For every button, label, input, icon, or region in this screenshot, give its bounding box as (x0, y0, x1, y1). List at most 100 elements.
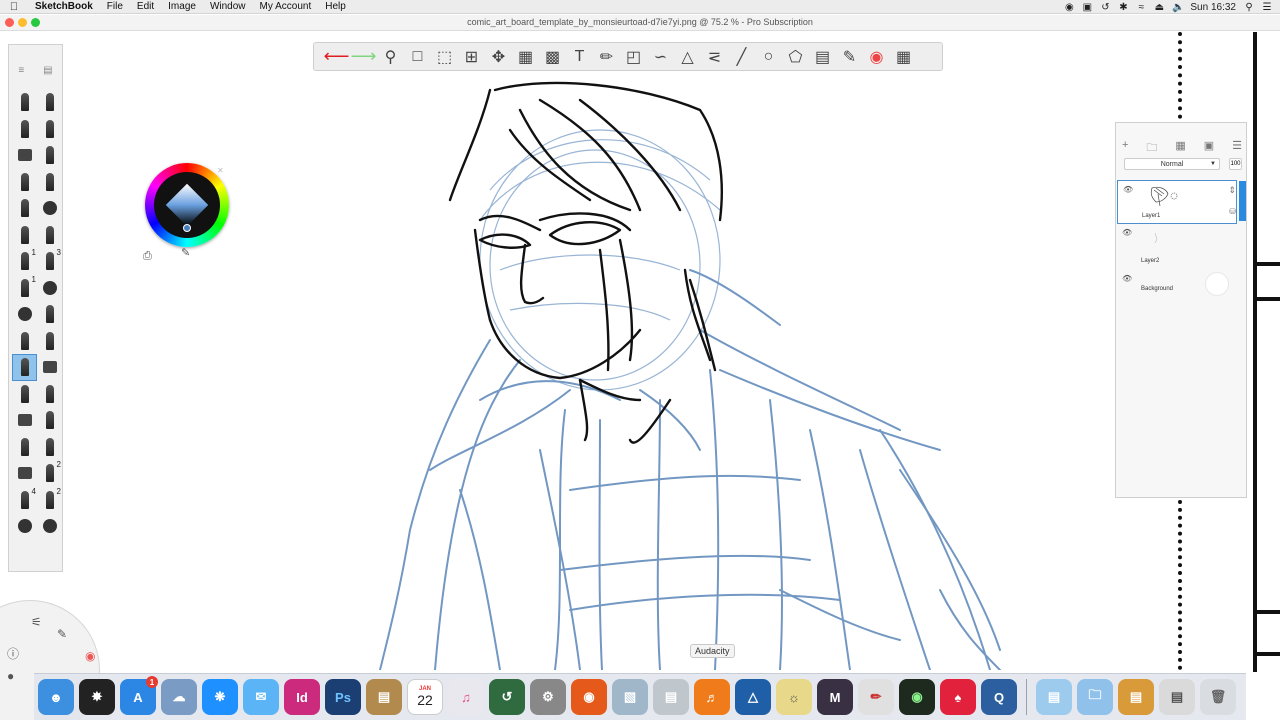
calendar-icon[interactable]: JAN 22 (407, 679, 443, 715)
system-preferences-icon[interactable]: ⚙ (530, 679, 566, 715)
mari-icon[interactable]: M (817, 679, 853, 715)
close-icon[interactable]: ✕ (217, 166, 224, 175)
after-effects-icon[interactable]: ☼ (776, 679, 812, 715)
color-puck[interactable] (145, 163, 229, 247)
downloads-stack-icon[interactable]: ▤ (1159, 679, 1195, 715)
current-color-dot[interactable] (183, 224, 191, 232)
texture-brush[interactable]: 2 (37, 487, 62, 514)
fill-icon[interactable]: ▩ (540, 44, 565, 69)
firefox-icon[interactable]: ◉ (571, 679, 607, 715)
eject-icon[interactable]: ⏏ (1154, 2, 1164, 13)
symmetry-icon[interactable]: ⋜ (702, 44, 727, 69)
flat-brush[interactable]: 3 (37, 248, 62, 275)
hard-pencil-brush[interactable] (37, 328, 62, 355)
layer-save-icon[interactable]: ▣ (1204, 139, 1214, 158)
marker-brush[interactable] (12, 142, 37, 169)
brush-library-icon[interactable]: ✎ (837, 44, 862, 69)
sketchbook-icon[interactable]: ✏ (858, 679, 894, 715)
blend-mode-dropdown[interactable]: Normal ▼ (1124, 158, 1220, 170)
stamp-brush[interactable] (37, 513, 62, 540)
layer-lock-icon[interactable]: ⛁ (1229, 207, 1236, 216)
visibility-eye-icon[interactable]: 👁 (1123, 185, 1133, 194)
pen-icon[interactable]: ✎ (57, 627, 67, 641)
photoshop-icon[interactable]: Ps (325, 679, 361, 715)
visibility-eye-icon[interactable]: 👁 (1122, 228, 1132, 237)
quicktime-icon[interactable]: Q (981, 679, 1017, 715)
transform-icon[interactable]: ✥ (486, 44, 511, 69)
finder-icon[interactable]: ☻ (38, 679, 74, 715)
display-icon[interactable]: ▣ (1082, 2, 1092, 13)
info-icon[interactable]: ⓘ (7, 645, 19, 662)
background-color-swatch[interactable] (1205, 272, 1229, 296)
layer-menu-icon[interactable]: ☰ (1232, 139, 1242, 158)
drawing-canvas[interactable] (340, 70, 1060, 670)
ballpoint-brush[interactable] (12, 116, 37, 143)
shape-icon[interactable]: ⬠ (783, 44, 808, 69)
highlighter-brush[interactable] (12, 407, 37, 434)
ink-blot-brush[interactable] (12, 301, 37, 328)
felt-pen-brush[interactable] (37, 142, 62, 169)
trash-icon[interactable]: 🗑 (1200, 679, 1236, 715)
menu-image[interactable]: Image (161, 1, 203, 12)
acrobat-icon[interactable]: ♠ (940, 679, 976, 715)
menu-window[interactable]: Window (203, 1, 253, 12)
wifi-icon[interactable]: ≈ (1136, 2, 1146, 13)
charcoal-brush[interactable] (12, 434, 37, 461)
pencil-brush[interactable] (12, 89, 37, 116)
cone-brush[interactable] (37, 301, 62, 328)
messages-icon[interactable]: ✉ (243, 679, 279, 715)
record-icon[interactable]: ◉ (1064, 2, 1074, 13)
airbrush-brush[interactable] (12, 169, 37, 196)
undo-icon[interactable]: ⟵ (324, 44, 350, 69)
perspective-icon[interactable]: △ (675, 44, 700, 69)
applications-folder-icon[interactable]: ▤ (1036, 679, 1072, 715)
dry-brush[interactable]: 1 (12, 275, 37, 302)
layer-row-background[interactable]: 👁 Background (1117, 270, 1237, 306)
text-icon[interactable]: T (567, 44, 592, 69)
brush-icon[interactable]: ⚟ (31, 615, 42, 629)
affinity-designer-icon[interactable]: △ (735, 679, 771, 715)
opacity-field[interactable]: 100 (1229, 158, 1242, 170)
crop-icon[interactable]: ⊞ (459, 44, 484, 69)
layer-move-icon[interactable]: ⇕ (1228, 185, 1236, 196)
menu-file[interactable]: File (100, 1, 130, 12)
pencil-icon[interactable]: ✎ (181, 246, 190, 259)
technical-pen-brush[interactable] (37, 116, 62, 143)
time-machine-app-icon[interactable]: ↺ (489, 679, 525, 715)
bluetooth-icon[interactable]: ✱ (1118, 2, 1128, 13)
notification-center-icon[interactable]: ☰ (1262, 2, 1272, 13)
round-brush[interactable]: 1 (12, 248, 37, 275)
visibility-eye-icon[interactable]: 👁 (1122, 274, 1132, 283)
brush-pen-brush[interactable] (37, 381, 62, 408)
redo-icon[interactable]: ⟶ (351, 44, 377, 69)
notefile-icon[interactable]: ▤ (366, 679, 402, 715)
blur-brush[interactable] (37, 222, 62, 249)
circle-icon[interactable]: ○ (756, 44, 781, 69)
watercolor-brush[interactable]: 2 (37, 460, 62, 487)
lasso-select-icon[interactable]: ⬚ (432, 44, 457, 69)
splatter-brush[interactable] (37, 275, 62, 302)
record-dot-icon[interactable]: ● (7, 669, 14, 683)
eraser-brush[interactable] (37, 354, 62, 381)
add-layer-icon[interactable]: + (1122, 139, 1128, 158)
color-diamond[interactable] (165, 183, 209, 227)
apple-menu-icon[interactable]:  (0, 1, 28, 13)
volume-icon[interactable]: 🔈 (1172, 2, 1184, 13)
select-icon[interactable]: □ (405, 44, 430, 69)
paintbrush-brush[interactable] (37, 195, 62, 222)
clock[interactable]: Sun 16:32 (1190, 2, 1236, 13)
menu-app-name[interactable]: SketchBook (28, 1, 100, 12)
smear-brush[interactable] (12, 222, 37, 249)
palette-grid-icon[interactable]: ▦ (891, 44, 916, 69)
safari-icon[interactable]: ❋ (202, 679, 238, 715)
brush-properties-icon[interactable]: ≡ (18, 65, 24, 76)
fineliner-brush[interactable] (37, 169, 62, 196)
inking-brush[interactable] (37, 89, 62, 116)
layer-row-layer2[interactable]: 👁 Layer2 (1117, 224, 1237, 268)
layer-editor-icon[interactable]: ▤ (810, 44, 835, 69)
spray-brush[interactable] (12, 513, 37, 540)
color-wheel-icon[interactable]: ◉ (864, 44, 889, 69)
sponge-brush[interactable] (37, 407, 62, 434)
menu-my-account[interactable]: My Account (253, 1, 319, 12)
audacity-icon[interactable]: ♬ (694, 679, 730, 715)
